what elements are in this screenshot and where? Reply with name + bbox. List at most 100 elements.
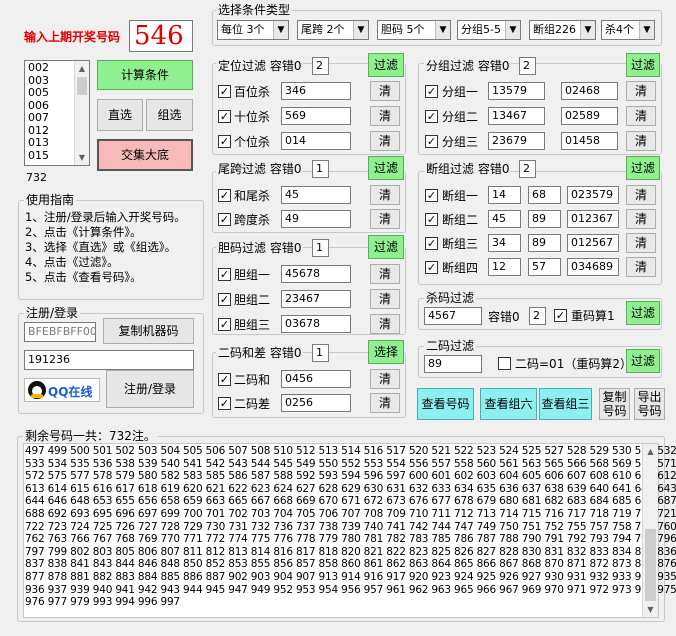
dan_filter-clear-button[interactable]: 清	[370, 289, 400, 309]
dan_filter-clear-button[interactable]: 清	[370, 314, 400, 334]
results-scrollbar[interactable]: ▲ ▼	[642, 444, 658, 617]
repeat-count-checkbox[interactable]: ✓	[554, 309, 567, 322]
break-filter-clear-button[interactable]: 清	[626, 233, 656, 253]
register-login-button[interactable]: 注册/登录	[106, 370, 194, 408]
position_filter-clear-button[interactable]: 清	[370, 81, 400, 101]
position_filter-row-input[interactable]: 569	[281, 107, 351, 125]
break-filter-checkbox[interactable]: ✓	[425, 237, 438, 250]
break-group-select[interactable]: 断组226 ▼	[529, 20, 596, 40]
two-code-field[interactable]: 89	[424, 355, 482, 373]
break-filter-input-b[interactable]: 57	[528, 258, 561, 276]
dan_filter-checkbox[interactable]: ✓	[218, 318, 231, 331]
pair-select-button[interactable]: 选择	[368, 340, 404, 364]
position_filter-row-input[interactable]: 346	[281, 82, 351, 100]
pair_filter-checkbox[interactable]: ✓	[218, 373, 231, 386]
group-filter-input-a[interactable]: 13467	[488, 107, 545, 125]
kill-count-select[interactable]: 杀4个 ▼	[601, 20, 655, 40]
break-filter-button[interactable]: 过滤	[626, 156, 660, 180]
tail_filter-row-input[interactable]: 49	[281, 210, 351, 228]
machine-code-field[interactable]: BFEBFBFF000	[24, 322, 96, 342]
tail_filter-clear-button[interactable]: 清	[370, 209, 400, 229]
pair_filter-clear-button[interactable]: 清	[370, 369, 400, 389]
code-list-item[interactable]: 015	[28, 149, 49, 163]
register-code-field[interactable]: 191236	[24, 350, 194, 370]
group-filter-button[interactable]: 过滤	[626, 53, 660, 77]
pair_filter-row-input[interactable]: 0456	[281, 370, 351, 388]
position_filter-checkbox[interactable]: ✓	[218, 85, 231, 98]
break-filter-checkbox[interactable]: ✓	[425, 189, 438, 202]
pair-filter-tolerance[interactable]: 1	[312, 344, 329, 362]
pair_filter-row-input[interactable]: 0256	[281, 394, 351, 412]
break-filter-input-c[interactable]: 012567	[567, 234, 619, 252]
qq-online-button[interactable]: QQ在线	[24, 378, 100, 402]
view-numbers-button[interactable]: 查看号码	[417, 388, 474, 420]
code-list-item[interactable]: 007	[28, 111, 49, 125]
tail-filter-button[interactable]: 过滤	[368, 156, 404, 180]
position_filter-clear-button[interactable]: 清	[370, 106, 400, 126]
scroll-down-icon[interactable]: ▼	[75, 150, 89, 165]
dan_filter-checkbox[interactable]: ✓	[218, 268, 231, 281]
break-filter-clear-button[interactable]: 清	[626, 185, 656, 205]
position_filter-row-input[interactable]: 014	[281, 132, 351, 150]
pair_filter-clear-button[interactable]: 清	[370, 393, 400, 413]
two-code-checkbox[interactable]	[498, 357, 511, 370]
dan-filter-button[interactable]: 过滤	[368, 235, 404, 259]
kill-tolerance-field[interactable]: 2	[529, 307, 546, 325]
position_filter-checkbox[interactable]: ✓	[218, 110, 231, 123]
scroll-up-icon[interactable]: ▲	[75, 61, 89, 76]
last-number-input[interactable]: 546	[129, 20, 193, 52]
dan-filter-tolerance[interactable]: 1	[312, 239, 329, 257]
intersect-button[interactable]: 交集大底	[97, 139, 193, 171]
group-filter-tolerance[interactable]: 2	[519, 57, 536, 75]
grouping-select[interactable]: 分组5-5 ▼	[457, 20, 521, 40]
group-filter-input-a[interactable]: 23679	[488, 132, 545, 150]
tail_filter-checkbox[interactable]: ✓	[218, 189, 231, 202]
scroll-thumb[interactable]	[77, 77, 87, 95]
break-filter-input-a[interactable]: 45	[488, 210, 521, 228]
tail_filter-clear-button[interactable]: 清	[370, 185, 400, 205]
group-filter-clear-button[interactable]: 清	[626, 106, 656, 126]
group-filter-input-b[interactable]: 01458	[561, 132, 618, 150]
group-filter-checkbox[interactable]: ✓	[425, 110, 438, 123]
break-filter-clear-button[interactable]: 清	[626, 209, 656, 229]
view-group6-button[interactable]: 查看组六	[480, 388, 537, 420]
code-list-item[interactable]: 013	[28, 136, 49, 150]
view-group3-button[interactable]: 查看组三	[539, 388, 592, 420]
position_filter-checkbox[interactable]: ✓	[218, 135, 231, 148]
break-filter-input-c[interactable]: 012367	[567, 210, 619, 228]
break-filter-input-b[interactable]: 89	[528, 234, 561, 252]
break-filter-tolerance[interactable]: 2	[519, 160, 536, 178]
scroll-thumb[interactable]	[645, 529, 656, 601]
dan_filter-clear-button[interactable]: 清	[370, 264, 400, 284]
break-filter-clear-button[interactable]: 清	[626, 257, 656, 277]
group-filter-clear-button[interactable]: 清	[626, 81, 656, 101]
code-listbox[interactable]: 002 003 005 006 007 012 013 015 ▲ ▼	[24, 60, 90, 166]
tail_filter-checkbox[interactable]: ✓	[218, 213, 231, 226]
break-filter-input-a[interactable]: 12	[488, 258, 521, 276]
group-select-button[interactable]: 组选	[146, 99, 193, 131]
break-filter-input-a[interactable]: 14	[488, 186, 521, 204]
break-filter-input-a[interactable]: 34	[488, 234, 521, 252]
kill-code-field[interactable]: 4567	[424, 307, 482, 325]
break-filter-input-c[interactable]: 023579	[567, 186, 619, 204]
direct-select-button[interactable]: 直选	[97, 99, 143, 131]
dan_filter-row-input[interactable]: 45678	[281, 265, 351, 283]
break-filter-input-c[interactable]: 034689	[567, 258, 619, 276]
dan_filter-row-input[interactable]: 03678	[281, 315, 351, 333]
code-list-item[interactable]: 002	[28, 61, 49, 75]
copy-numbers-button[interactable]: 复制 号码	[599, 388, 630, 420]
tail-filter-tolerance[interactable]: 1	[312, 160, 329, 178]
break-filter-checkbox[interactable]: ✓	[425, 213, 438, 226]
dan-code-select[interactable]: 胆码 5个 ▼	[377, 20, 451, 40]
tail-span-select[interactable]: 尾跨 2个 ▼	[297, 20, 369, 40]
code-listbox-scrollbar[interactable]: ▲ ▼	[74, 61, 89, 165]
group-filter-clear-button[interactable]: 清	[626, 131, 656, 151]
per-digit-select[interactable]: 每位 3个 ▼	[217, 20, 289, 40]
group-filter-checkbox[interactable]: ✓	[425, 135, 438, 148]
kill-filter-button[interactable]: 过滤	[626, 301, 660, 325]
two-code-filter-button[interactable]: 过滤	[626, 349, 660, 373]
group-filter-checkbox[interactable]: ✓	[425, 85, 438, 98]
dan_filter-checkbox[interactable]: ✓	[218, 293, 231, 306]
scroll-up-icon[interactable]: ▲	[643, 444, 658, 459]
group-filter-input-b[interactable]: 02468	[561, 82, 618, 100]
